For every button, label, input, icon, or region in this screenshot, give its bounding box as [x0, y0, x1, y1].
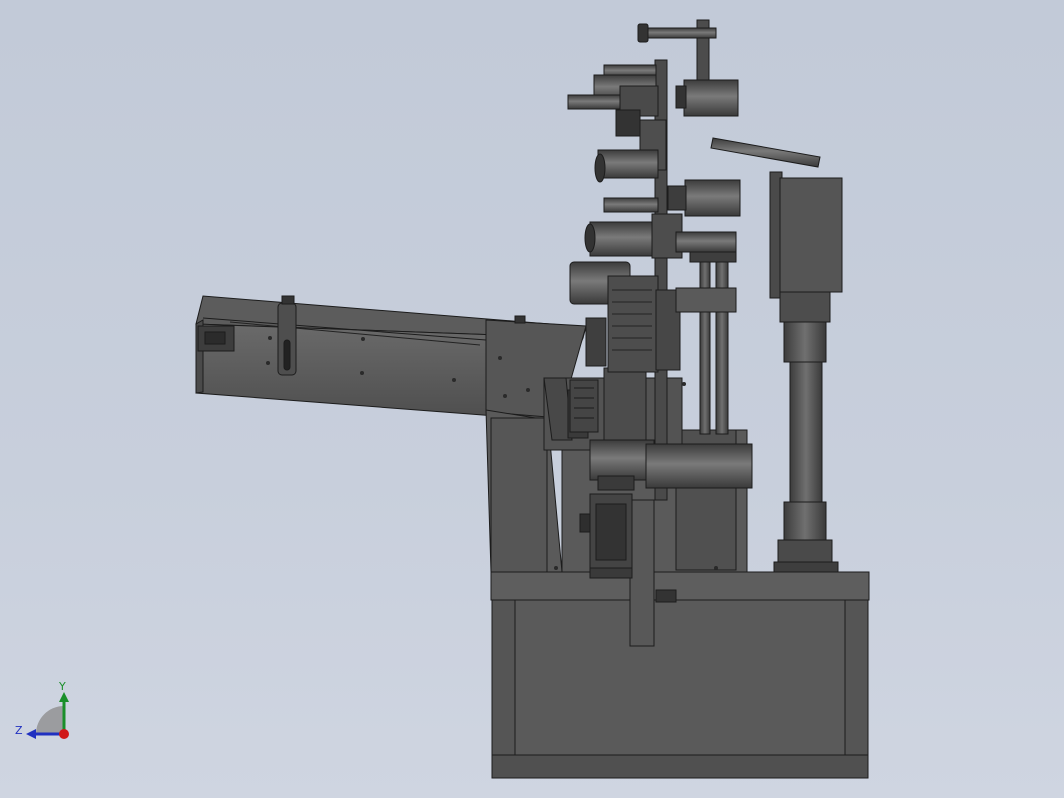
feed-chute[interactable]	[195, 295, 587, 421]
support-column[interactable]	[773, 321, 839, 573]
machine-model-drawing[interactable]: Y Z	[0, 0, 1064, 798]
lower-housing[interactable]	[589, 439, 753, 491]
axis-triad: Y Z	[15, 680, 69, 739]
z-axis-label: Z	[15, 724, 23, 737]
angled-rod[interactable]	[710, 137, 821, 168]
cad-viewport[interactable]: Y Z	[0, 0, 1064, 798]
y-axis-label: Y	[58, 680, 66, 693]
motor-upper[interactable]	[675, 79, 739, 117]
vertical-columns[interactable]	[689, 251, 737, 435]
y-axis-arrow	[59, 692, 69, 702]
base-cabinet[interactable]	[490, 571, 870, 779]
control-box[interactable]	[769, 171, 843, 323]
z-axis-arrow	[26, 729, 36, 739]
x-axis-dot	[59, 729, 69, 739]
motor-middle[interactable]	[667, 179, 741, 217]
triad-shading	[36, 706, 64, 734]
